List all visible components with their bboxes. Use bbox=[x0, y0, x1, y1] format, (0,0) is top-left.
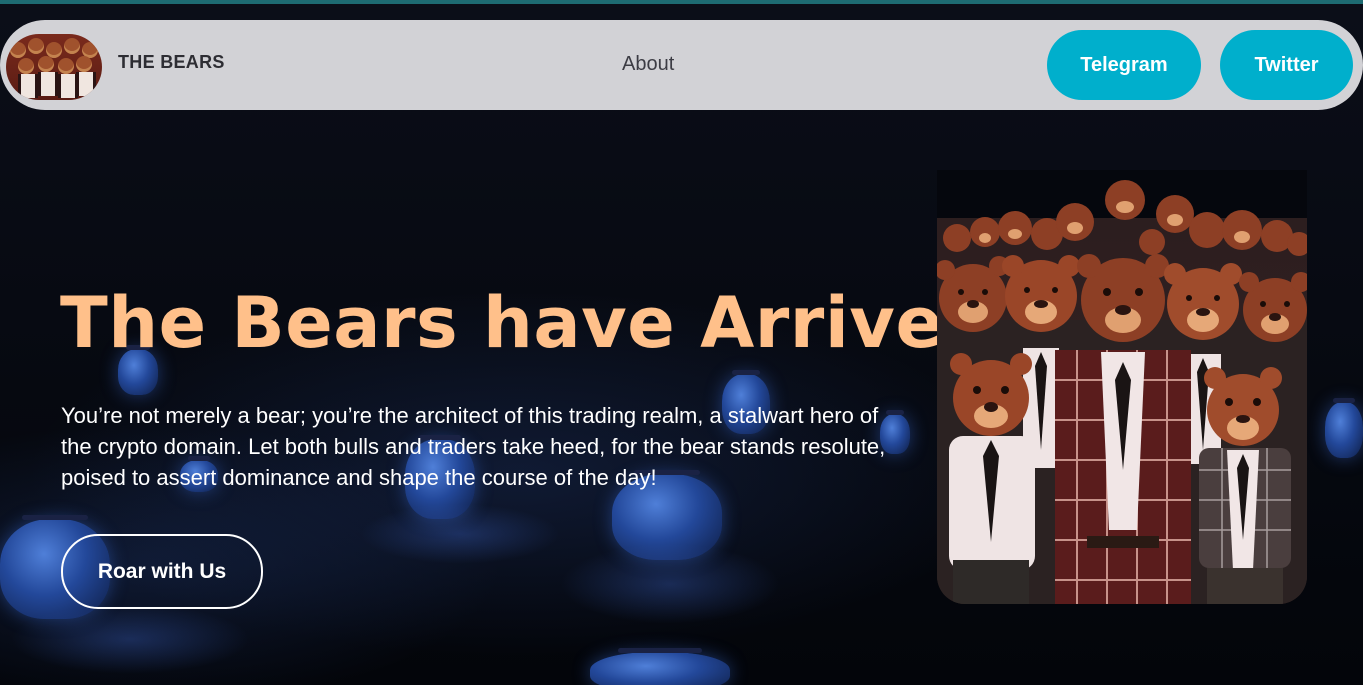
nav-link-about[interactable]: About bbox=[622, 53, 674, 76]
water-reflection bbox=[10, 604, 250, 674]
top-navigation-bar: THE BEARS About Telegram Twitter bbox=[0, 20, 1363, 110]
roar-with-us-button[interactable]: Roar with Us bbox=[61, 534, 263, 609]
bears-illustration-svg bbox=[937, 180, 1307, 604]
lantern-decoration bbox=[590, 648, 730, 685]
twitter-button[interactable]: Twitter bbox=[1220, 30, 1353, 100]
bears-logo-icon[interactable] bbox=[6, 34, 102, 100]
hero-title: The Bears have Arrived bbox=[60, 282, 995, 364]
brand-name[interactable]: THE BEARS bbox=[118, 52, 225, 73]
lantern-decoration bbox=[1325, 398, 1363, 458]
hero-description: You’re not merely a bear; you’re the arc… bbox=[61, 403, 886, 490]
telegram-button[interactable]: Telegram bbox=[1047, 30, 1201, 100]
bears-hero-image bbox=[937, 170, 1307, 604]
water-reflection bbox=[560, 544, 780, 624]
water-reflection bbox=[360, 504, 560, 564]
